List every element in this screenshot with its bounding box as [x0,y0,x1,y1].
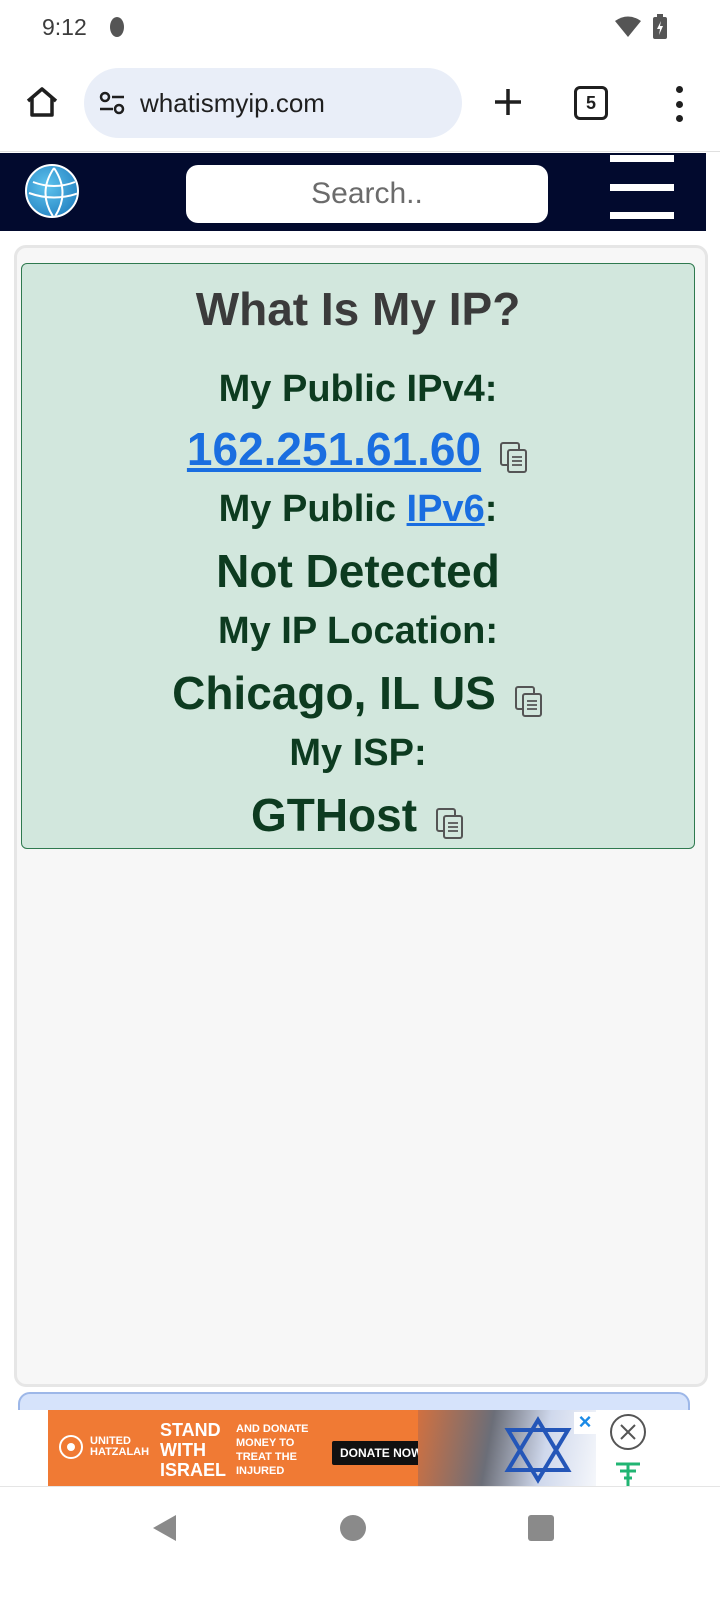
flag-star-icon [504,1416,572,1484]
notification-icon [108,15,126,44]
ad-headline-line3: ISRAEL [160,1460,227,1480]
ad-close-button[interactable] [610,1414,646,1450]
location-row: Chicago, IL US [22,666,694,720]
ad-banner[interactable]: UNITED HATZALAH STAND WITH ISRAEL AND DON… [48,1410,596,1486]
ipv6-link[interactable]: IPv6 [407,488,485,530]
status-time: 9:12 [42,14,87,40]
ad-subtext-line2: MONEY TO [236,1437,295,1449]
home-icon [26,87,58,117]
ad-photo [418,1410,596,1486]
ipv6-label-prefix: My Public [218,488,407,530]
close-icon [620,1424,636,1440]
ad-headline-line1: STAND [160,1420,221,1440]
hamburger-line [610,155,674,162]
new-tab-button[interactable] [486,80,530,124]
copy-icon[interactable] [514,676,544,717]
wifi-icon [614,16,642,43]
recents-button[interactable] [528,1515,554,1541]
hamburger-line [610,212,674,219]
ad-logo-line2: HATZALAH [90,1446,150,1458]
ad-subtext-line4: INJURED [236,1465,285,1477]
menu-dot [675,100,683,108]
ad-choices-close-icon[interactable]: × [574,1411,596,1434]
isp-row: GTHost [22,788,694,842]
plus-icon [495,89,521,115]
ad-headline: STAND WITH ISRAEL [160,1420,226,1480]
hamburger-menu-button[interactable] [610,155,674,219]
ip-info-card: What Is My IP? My Public IPv4: 162.251.6… [21,263,695,849]
location-label: My IP Location: [217,610,499,652]
ad-headline-line2: WITH [160,1440,206,1460]
site-header [0,153,706,231]
url-bar[interactable]: whatismyip.com [84,68,462,138]
tab-switcher-button[interactable]: 5 [574,86,608,120]
ip-info-container: What Is My IP? My Public IPv4: 162.251.6… [14,245,708,1387]
page-content: What Is My IP? My Public IPv4: 162.251.6… [0,231,720,1432]
site-settings-icon[interactable] [98,89,126,117]
ad-network-icon [616,1462,640,1486]
isp-label: My ISP: [289,732,427,774]
ipv6-label-suffix: : [484,488,498,530]
location-value: Chicago, IL US [172,667,496,719]
isp-value: GTHost [250,789,418,841]
ad-subtext: AND DONATE MONEY TO TREAT THE INJURED [236,1422,309,1478]
copy-icon[interactable] [435,798,465,839]
page-title: What Is My IP? [195,283,521,335]
hamburger-line [610,183,674,191]
globe-icon [28,167,77,216]
ipv4-label: My Public IPv4: [218,368,498,410]
status-bar: 9:12 [0,0,720,56]
ad-container: UNITED HATZALAH STAND WITH ISRAEL AND DON… [0,1410,720,1486]
home-nav-button[interactable] [340,1515,366,1541]
menu-dot [675,115,683,122]
status-icons [614,14,668,45]
ipv4-value-link[interactable]: 162.251.61.60 [187,423,481,475]
back-icon [153,1515,176,1541]
site-search-input[interactable] [186,165,548,223]
ad-donate-button[interactable]: DONATE NOW [332,1441,431,1465]
system-nav-bar [0,1486,720,1600]
ipv6-value: Not Detected [216,545,500,597]
ipv4-row: 162.251.61.60 [22,422,694,476]
back-button[interactable] [150,1513,178,1548]
battery-icon [652,14,668,45]
ad-logo: UNITED HATZALAH [58,1434,149,1460]
ad-subtext-line3: TREAT THE [236,1451,297,1463]
site-logo[interactable] [25,164,79,218]
url-text[interactable]: whatismyip.com [140,88,325,119]
ipv6-label: My Public IPv6: [22,488,694,531]
menu-dot [675,86,683,93]
copy-icon[interactable] [499,432,529,473]
home-button[interactable] [20,80,64,124]
ad-subtext-line1: AND DONATE [236,1423,309,1435]
browser-menu-button[interactable] [664,82,694,126]
browser-toolbar: whatismyip.com 5 [0,56,720,152]
ad-logo-icon [59,1435,83,1459]
